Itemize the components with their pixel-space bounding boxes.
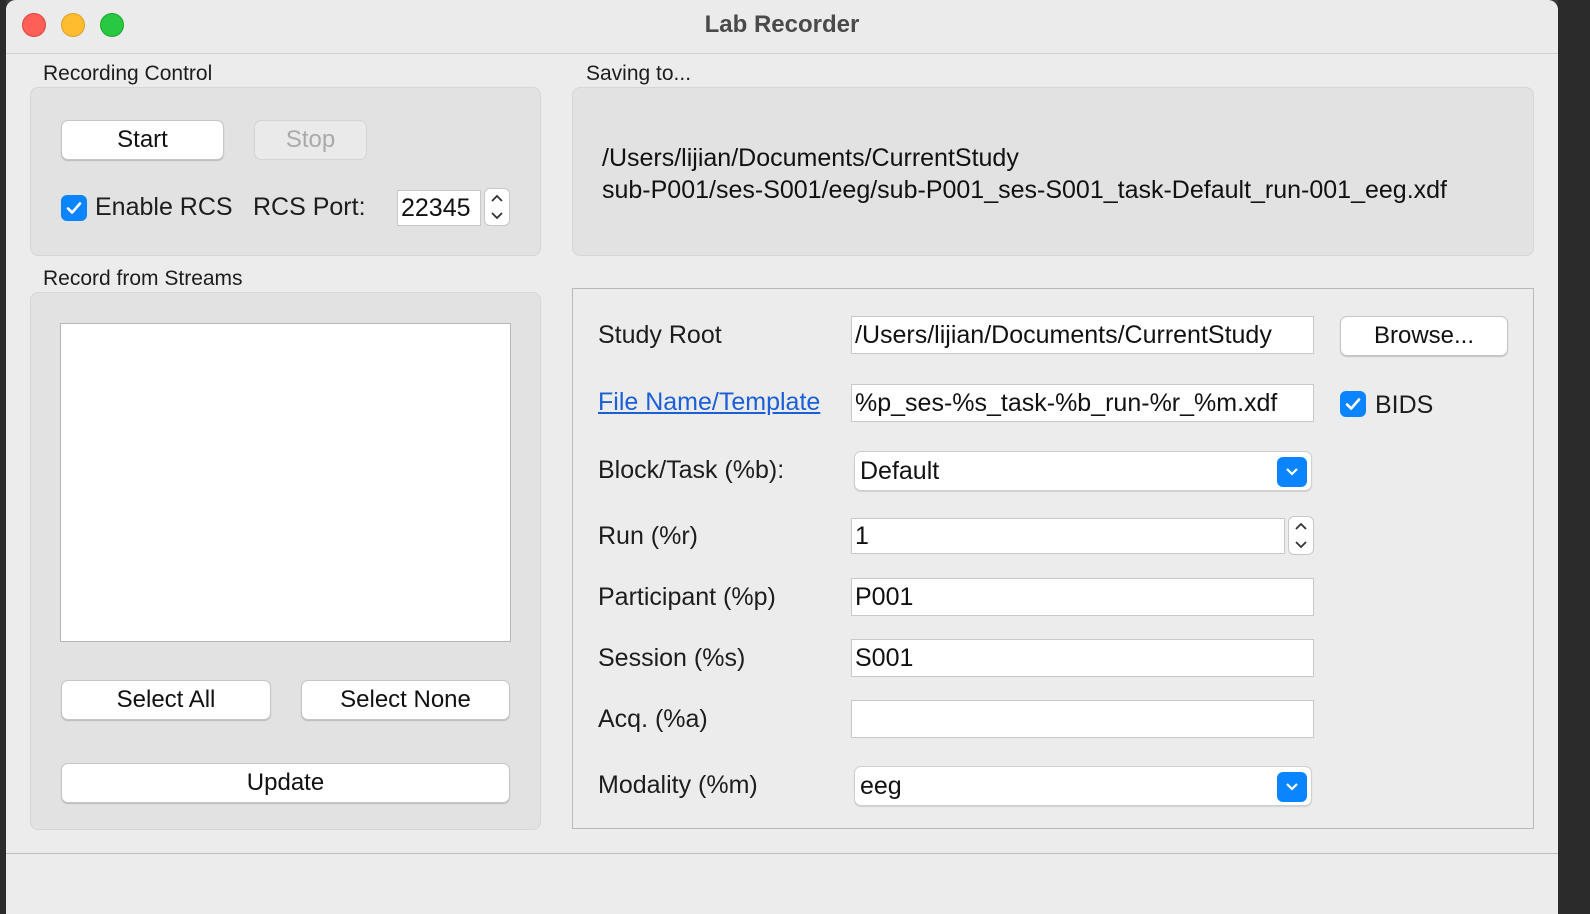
modality-select[interactable]: eeg (854, 766, 1312, 806)
checkmark-icon (1345, 398, 1361, 410)
checkmark-icon (66, 202, 82, 214)
participant-input[interactable]: P001 (851, 578, 1314, 616)
run-stepper[interactable] (1288, 516, 1314, 555)
record-from-streams-label: Record from Streams (43, 267, 243, 290)
chevron-down-icon (1295, 541, 1307, 549)
start-button[interactable]: Start (61, 120, 224, 160)
lab-recorder-window: Lab Recorder Recording Control Start Sto… (6, 0, 1558, 914)
bids-label: BIDS (1375, 391, 1434, 419)
chevron-down-icon (491, 212, 503, 220)
block-task-label: Block/Task (%b): (598, 456, 785, 484)
chevron-up-icon (491, 194, 503, 202)
stop-button[interactable]: Stop (254, 120, 367, 160)
background-right (1558, 0, 1590, 914)
saving-to-label: Saving to... (586, 62, 692, 85)
enable-rcs-label: Enable RCS (95, 193, 233, 221)
save-path-root: /Users/lijian/Documents/CurrentStudy (602, 144, 1019, 172)
title-bar: Lab Recorder (6, 0, 1558, 54)
enable-rcs-checkbox[interactable] (61, 195, 87, 221)
bids-checkbox[interactable] (1340, 391, 1366, 417)
acq-input[interactable] (851, 700, 1314, 738)
update-button[interactable]: Update (61, 763, 510, 803)
recording-control-label: Recording Control (43, 62, 213, 85)
rcs-port-input[interactable]: 22345 (397, 190, 481, 226)
chevron-up-icon (1295, 522, 1307, 530)
file-name-template-input[interactable]: %p_ses-%s_task-%b_run-%r_%m.xdf (851, 384, 1314, 422)
settings-panel: Study Root /Users/lijian/Documents/Curre… (572, 288, 1534, 829)
rcs-port-label: RCS Port: (253, 193, 366, 221)
study-root-label: Study Root (598, 321, 722, 349)
select-none-button[interactable]: Select None (301, 680, 510, 720)
session-input[interactable]: S001 (851, 639, 1314, 677)
file-name-template-link[interactable]: File Name/Template (598, 388, 820, 417)
acq-label: Acq. (%a) (598, 705, 708, 733)
record-from-streams-group: Select All Select None Update (30, 292, 541, 830)
chevron-down-icon (1277, 457, 1307, 487)
select-all-button[interactable]: Select All (61, 680, 271, 720)
recording-control-group: Start Stop Enable RCS RCS Port: 22345 (30, 87, 541, 256)
study-root-input[interactable]: /Users/lijian/Documents/CurrentStudy (851, 316, 1314, 354)
block-task-value: Default (860, 456, 940, 485)
run-label: Run (%r) (598, 522, 699, 550)
save-path-file: sub-P001/ses-S001/eeg/sub-P001_ses-S001_… (602, 176, 1447, 204)
run-input[interactable]: 1 (851, 518, 1285, 554)
rcs-port-stepper[interactable] (484, 188, 510, 226)
browse-button[interactable]: Browse... (1340, 316, 1508, 356)
chevron-down-icon (1277, 772, 1307, 802)
modality-value: eeg (860, 771, 902, 800)
modality-label: Modality (%m) (598, 771, 758, 799)
saving-to-group: /Users/lijian/Documents/CurrentStudy sub… (572, 87, 1534, 256)
window-title: Lab Recorder (704, 11, 860, 38)
participant-label: Participant (%p) (598, 583, 776, 611)
streams-list[interactable] (60, 323, 511, 642)
session-label: Session (%s) (598, 644, 746, 672)
block-task-select[interactable]: Default (854, 451, 1312, 491)
status-bar (6, 853, 1558, 914)
